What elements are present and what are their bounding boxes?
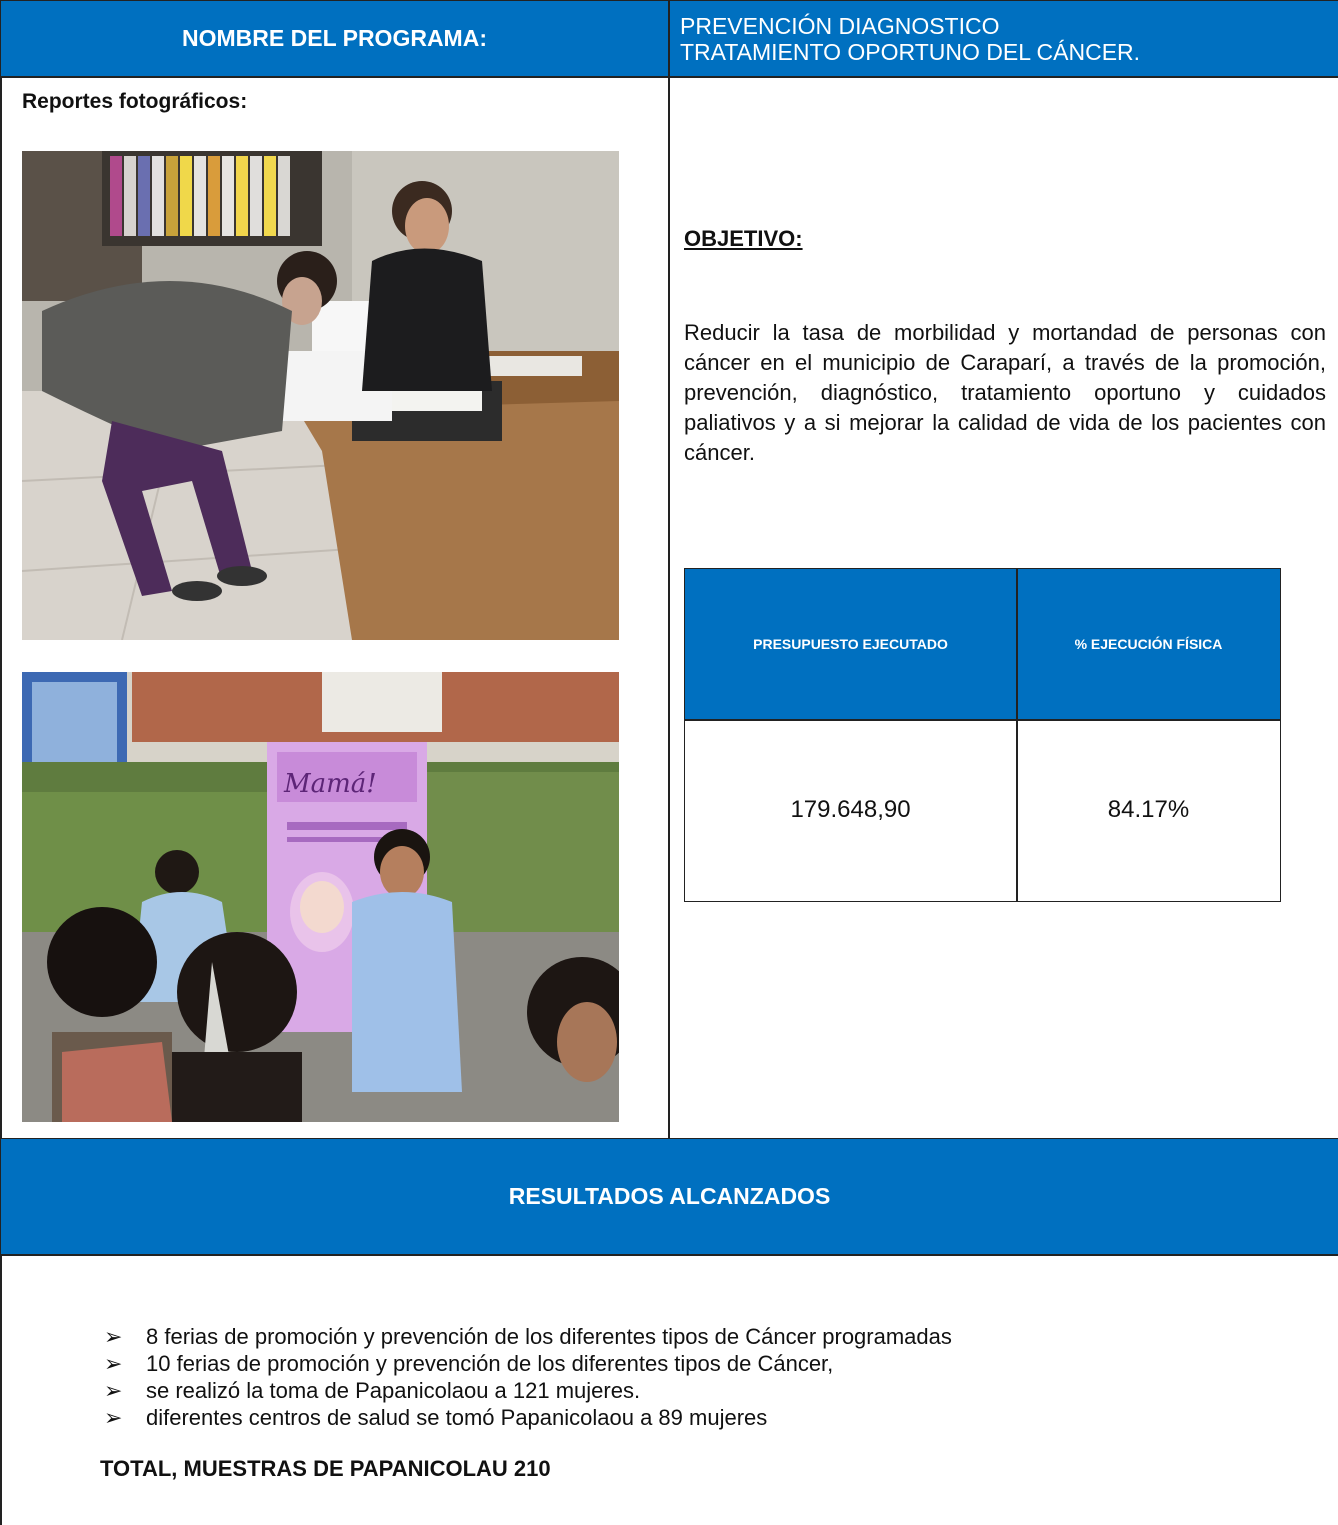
photo-fair: Mamá!: [22, 672, 619, 1122]
budget-header-executed: PRESUPUESTO EJECUTADO: [685, 569, 1016, 719]
budget-header-physical-text: % EJECUCIÓN FÍSICA: [1074, 636, 1223, 652]
budget-table: PRESUPUESTO EJECUTADO % EJECUCIÓN FÍSICA…: [684, 568, 1281, 902]
list-item: ➢ diferentes centros de salud se tomó Pa…: [104, 1404, 952, 1431]
list-item-text: 8 ferias de promoción y prevención de lo…: [146, 1324, 952, 1349]
budget-value-executed-text: 179.648,90: [790, 796, 911, 823]
list-item-text: diferentes centros de salud se tomó Papa…: [146, 1405, 768, 1430]
border-left: [0, 0, 2, 1525]
results-list: ➢ 8 ferias de promoción y prevención de …: [104, 1323, 952, 1431]
svg-text:Mamá!: Mamá!: [283, 769, 377, 799]
program-name-line2: TRATAMIENTO OPORTUNO DEL CÁNCER.: [680, 39, 1141, 65]
center-divider: [668, 0, 670, 1139]
budget-value-physical: 84.17%: [1017, 719, 1280, 901]
document-page: NOMBRE DEL PROGRAMA: PREVENCIÓN DIAGNOST…: [0, 0, 1338, 1525]
budget-col-divider: [1016, 569, 1018, 901]
list-item: ➢ 8 ferias de promoción y prevención de …: [104, 1323, 952, 1350]
budget-value-physical-text: 84.17%: [1107, 796, 1190, 823]
budget-value-executed: 179.648,90: [685, 719, 1016, 901]
section-rule-2: [0, 1254, 1338, 1256]
program-name: PREVENCIÓN DIAGNOSTICO TRATAMIENTO OPORT…: [670, 1, 1338, 76]
program-name-line1: PREVENCIÓN DIAGNOSTICO: [680, 13, 1000, 39]
list-item-text: 10 ferias de promoción y prevención de l…: [146, 1351, 834, 1376]
list-item-text: se realizó la toma de Papanicolaou a 121…: [146, 1378, 641, 1403]
program-label: NOMBRE DEL PROGRAMA:: [1, 1, 668, 76]
results-total: TOTAL, MUESTRAS DE PAPANICOLAU 210: [100, 1456, 551, 1481]
list-item: ➢ 10 ferias de promoción y prevención de…: [104, 1350, 952, 1377]
budget-row-divider: [685, 719, 1280, 721]
objective-text: Reducir la tasa de morbilidad y mortanda…: [684, 320, 1326, 465]
objective-heading: OBJETIVO:: [684, 226, 803, 251]
program-label-text: NOMBRE DEL PROGRAMA:: [182, 25, 487, 51]
results-heading-text: RESULTADOS ALCANZADOS: [508, 1183, 831, 1209]
header-bottom-rule: [0, 76, 1338, 78]
budget-header-executed-text: PRESUPUESTO EJECUTADO: [753, 636, 948, 652]
arrow-bullet-icon: ➢: [104, 1405, 123, 1430]
arrow-bullet-icon: ➢: [104, 1378, 123, 1403]
budget-header-physical: % EJECUCIÓN FÍSICA: [1017, 569, 1280, 719]
list-item: ➢ se realizó la toma de Papanicolaou a 1…: [104, 1377, 952, 1404]
arrow-bullet-icon: ➢: [104, 1351, 123, 1376]
photo-office: [22, 151, 619, 640]
results-heading: RESULTADOS ALCANZADOS: [1, 1139, 1338, 1254]
arrow-bullet-icon: ➢: [104, 1324, 123, 1349]
photos-label: Reportes fotográficos:: [22, 90, 248, 113]
